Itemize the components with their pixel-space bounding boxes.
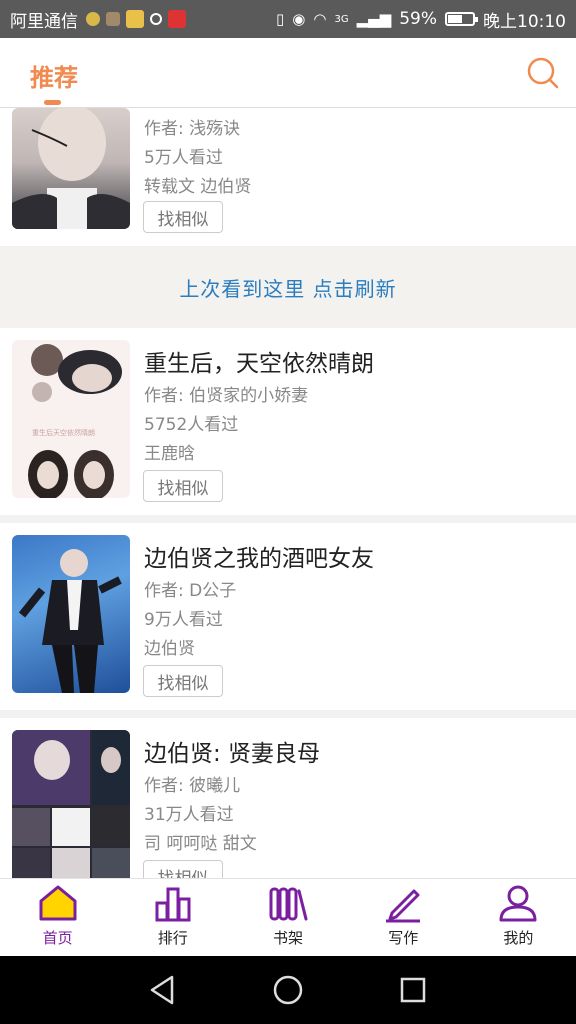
refresh-bar[interactable]: 上次看到这里 点击刷新 [0, 246, 576, 328]
network-type: 3G [334, 13, 349, 25]
book-title[interactable]: 边伯贤: 贤妻良母 [144, 734, 320, 768]
notification-app-icon [168, 10, 186, 28]
book-cover[interactable] [12, 730, 130, 878]
book-tags: 转载文 边伯贤 [144, 177, 252, 197]
notification-app-icon [106, 12, 120, 26]
book-author: 作者: 浅殇诀 [144, 119, 241, 139]
book-cover[interactable] [12, 535, 130, 693]
book-views: 5752人看过 [144, 415, 239, 435]
book-author: 作者: 伯贤家的小娇妻 [144, 386, 309, 406]
key-icon [150, 13, 162, 25]
book-views: 9万人看过 [144, 610, 223, 630]
nav-ranking[interactable]: 排行 [115, 879, 230, 956]
nav-label: 写作 [388, 929, 419, 947]
svg-text:重生后天空依然晴朗: 重生后天空依然晴朗 [32, 428, 95, 437]
nav-label: 首页 [42, 929, 73, 947]
home-icon [39, 885, 77, 921]
wifi-icon: ◠ [313, 10, 327, 28]
eye-icon: ◉ [292, 10, 306, 28]
user-icon [499, 885, 537, 922]
book-views: 5万人看过 [144, 148, 223, 168]
book-title[interactable]: 重生后，天空依然晴朗 [144, 344, 374, 378]
find-similar-button[interactable]: 找相似 [143, 201, 223, 233]
find-similar-button[interactable]: 找相似 [143, 665, 223, 697]
nav-label: 排行 [157, 929, 188, 947]
home-circle-icon[interactable] [271, 973, 305, 1007]
vibrate-icon: ▯ [276, 10, 285, 28]
book-author: 作者: 彼曦儿 [144, 776, 241, 796]
notification-app-icon [86, 12, 100, 26]
nav-home[interactable]: 首页 [0, 879, 115, 956]
nav-bookshelf[interactable]: 书架 [230, 879, 345, 956]
battery-percent: 59% [399, 9, 437, 29]
book-card[interactable]: 边伯贤之我的酒吧女友 作者: D公子 9万人看过 边伯贤 找相似 [0, 523, 576, 710]
nav-label: 我的 [503, 929, 534, 947]
system-nav-bar [0, 956, 576, 1024]
book-title[interactable]: 边伯贤之我的酒吧女友 [144, 539, 374, 573]
book-feed[interactable]: 作者: 浅殇诀 5万人看过 转载文 边伯贤 找相似 上次看到这里 点击刷新 重生… [0, 108, 576, 878]
book-cover[interactable]: 重生后天空依然晴朗 [12, 340, 130, 498]
book-views: 31万人看过 [144, 805, 234, 825]
back-icon[interactable] [146, 973, 180, 1007]
book-card[interactable]: 边伯贤: 贤妻良母 作者: 彼曦儿 31万人看过 司 呵呵哒 甜文 找相似 [0, 718, 576, 878]
battery-icon [445, 12, 478, 26]
ranking-icon [155, 887, 191, 922]
nav-write[interactable]: 写作 [346, 879, 461, 956]
book-card[interactable]: 作者: 浅殇诀 5万人看过 转载文 边伯贤 找相似 [0, 108, 576, 246]
clock: 晚上10:10 [483, 11, 566, 32]
book-tags: 王鹿晗 [144, 444, 195, 464]
bookshelf-icon [269, 887, 308, 921]
book-author: 作者: D公子 [144, 581, 237, 601]
tab-indicator [44, 100, 61, 105]
status-bar: 阿里通信 ▯ ◉ ◠ 3G ▂▄▆ 59% 晚上10:10 [0, 0, 576, 38]
bottom-nav: 首页 排行 书架 写作 我的 [0, 878, 576, 956]
find-similar-button[interactable]: 找相似 [143, 860, 223, 878]
search-icon[interactable] [526, 56, 560, 90]
tab-recommend[interactable]: 推荐 [30, 58, 78, 93]
pen-icon [386, 889, 421, 923]
weibo-icon [126, 10, 144, 28]
nav-label: 书架 [273, 929, 304, 947]
recents-icon[interactable] [396, 973, 430, 1007]
find-similar-button[interactable]: 找相似 [143, 470, 223, 502]
book-tags: 边伯贤 [144, 639, 195, 659]
book-tags: 司 呵呵哒 甜文 [144, 834, 257, 854]
book-card[interactable]: 重生后天空依然晴朗 重生后，天空依然晴朗 作者: 伯贤家的小娇妻 5752人看过… [0, 328, 576, 515]
book-cover[interactable] [12, 108, 130, 229]
app-header: 推荐 [0, 38, 576, 108]
carrier-name: 阿里通信 [10, 11, 78, 32]
nav-me[interactable]: 我的 [461, 879, 576, 956]
signal-icon: ▂▄▆ [356, 10, 392, 28]
